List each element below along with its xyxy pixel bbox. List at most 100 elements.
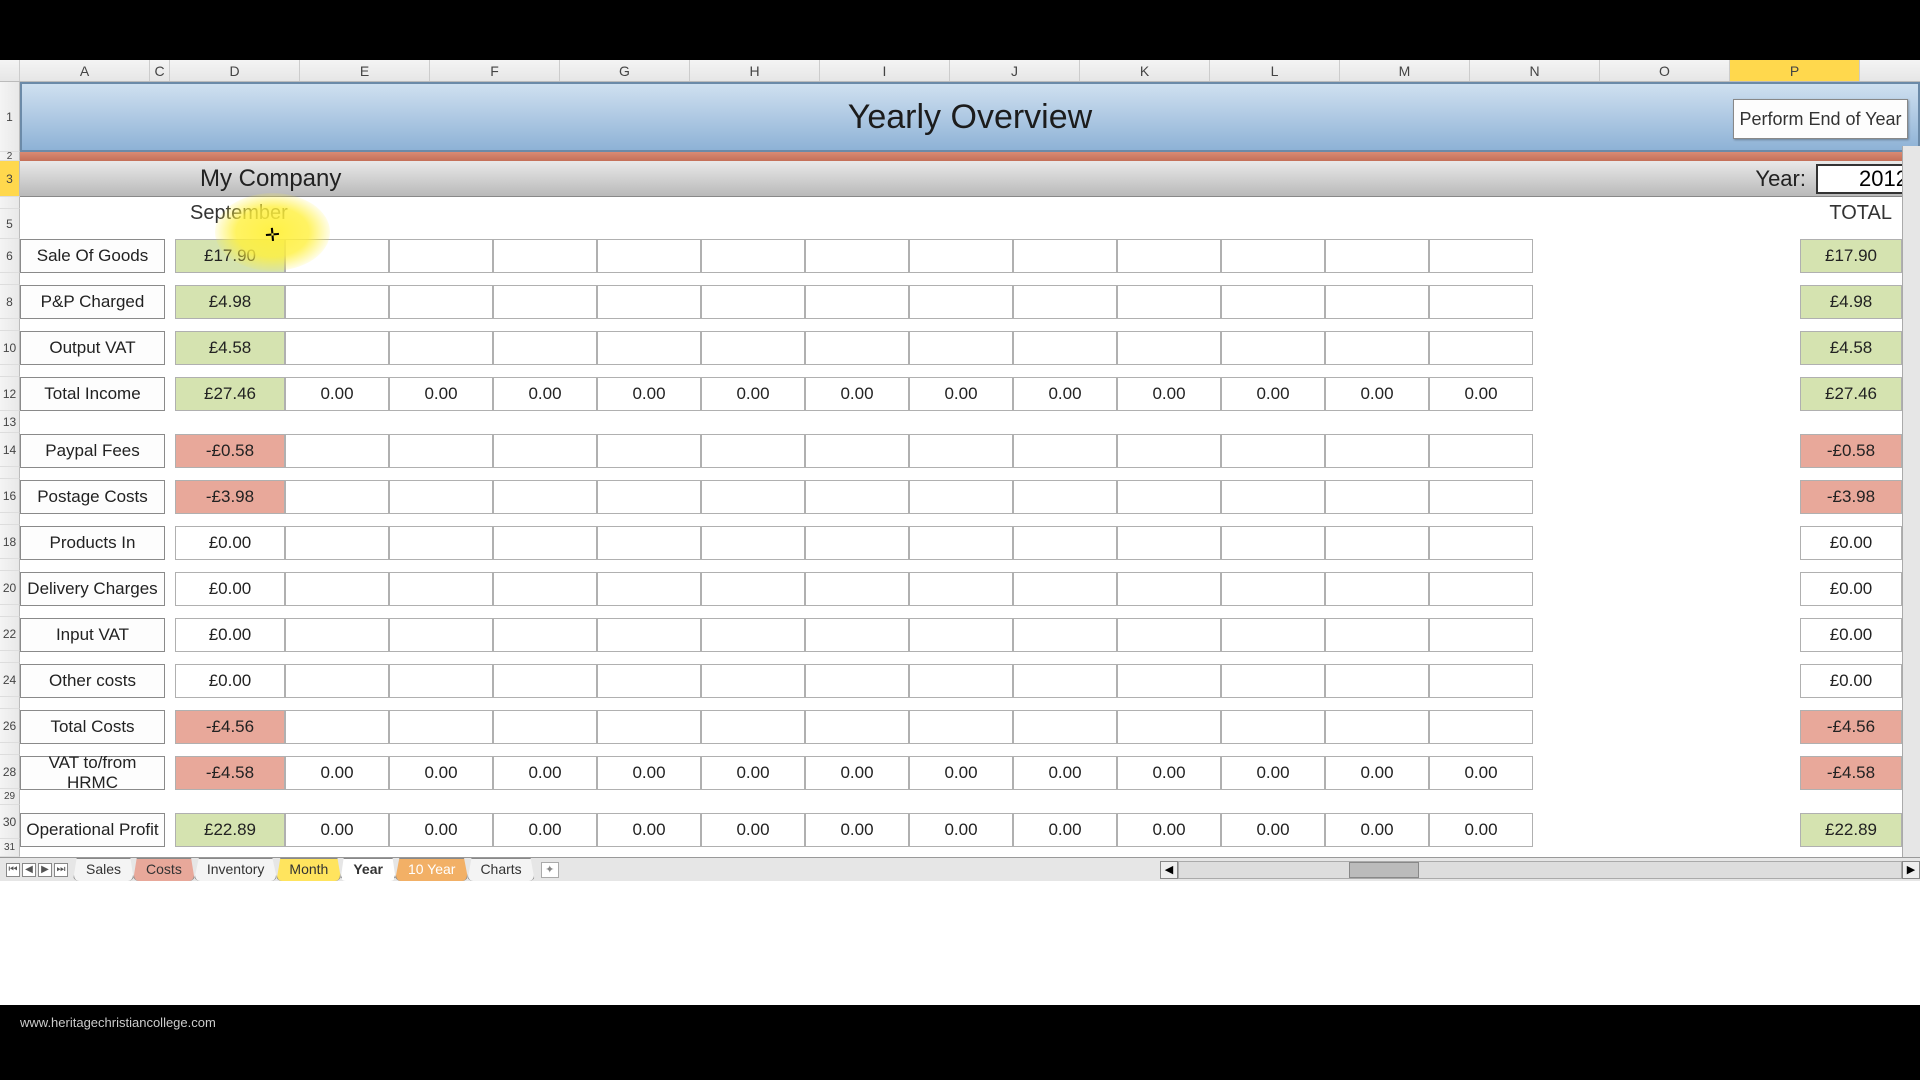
cell[interactable] xyxy=(1117,331,1221,365)
cell[interactable] xyxy=(1013,285,1117,319)
hscroll-thumb[interactable] xyxy=(1349,862,1419,878)
row-header[interactable]: 14 xyxy=(0,433,20,467)
cell[interactable] xyxy=(805,434,909,468)
cell[interactable] xyxy=(285,331,389,365)
cell[interactable] xyxy=(285,434,389,468)
cell[interactable] xyxy=(1117,434,1221,468)
cell[interactable]: £0.00 xyxy=(175,526,285,560)
cell[interactable]: £0.00 xyxy=(175,572,285,606)
cell[interactable] xyxy=(1221,618,1325,652)
vertical-scrollbar[interactable] xyxy=(1902,146,1920,857)
cell[interactable] xyxy=(597,526,701,560)
total-cell[interactable]: -£3.98 xyxy=(1800,480,1902,514)
cell[interactable] xyxy=(701,239,805,273)
cell[interactable] xyxy=(909,618,1013,652)
cell[interactable] xyxy=(493,239,597,273)
cell[interactable] xyxy=(389,331,493,365)
cell[interactable]: 0.00 xyxy=(1013,377,1117,411)
cell[interactable]: -£4.58 xyxy=(175,756,285,790)
cell[interactable] xyxy=(389,434,493,468)
column-header[interactable]: L xyxy=(1210,60,1340,81)
total-cell[interactable]: £0.00 xyxy=(1800,526,1902,560)
column-header[interactable]: P xyxy=(1730,60,1860,81)
cell[interactable] xyxy=(597,664,701,698)
column-header[interactable]: H xyxy=(690,60,820,81)
cell[interactable] xyxy=(701,480,805,514)
cell[interactable] xyxy=(805,480,909,514)
cell[interactable] xyxy=(1429,434,1533,468)
cell[interactable] xyxy=(389,480,493,514)
cell[interactable] xyxy=(805,285,909,319)
cell[interactable] xyxy=(389,618,493,652)
row-header[interactable]: 24 xyxy=(0,663,20,697)
cell[interactable] xyxy=(805,664,909,698)
cell[interactable] xyxy=(1325,572,1429,606)
cell[interactable] xyxy=(389,526,493,560)
cell[interactable] xyxy=(493,434,597,468)
sheet-tab[interactable]: Month xyxy=(276,858,341,881)
row-header[interactable]: 16 xyxy=(0,479,20,513)
cell[interactable] xyxy=(597,618,701,652)
cell[interactable] xyxy=(1325,480,1429,514)
cell[interactable]: £0.00 xyxy=(175,618,285,652)
cell[interactable] xyxy=(701,618,805,652)
cell[interactable] xyxy=(493,572,597,606)
cell[interactable] xyxy=(701,526,805,560)
add-sheet-button[interactable]: ✦ xyxy=(541,862,559,878)
cell[interactable] xyxy=(597,239,701,273)
cell[interactable] xyxy=(285,664,389,698)
row-header[interactable]: 20 xyxy=(0,571,20,605)
cell[interactable] xyxy=(1429,664,1533,698)
cell[interactable]: 0.00 xyxy=(805,756,909,790)
cell[interactable]: 0.00 xyxy=(1325,756,1429,790)
cell[interactable] xyxy=(1013,572,1117,606)
cell[interactable] xyxy=(1221,664,1325,698)
cell[interactable]: -£3.98 xyxy=(175,480,285,514)
cell[interactable] xyxy=(701,285,805,319)
cell[interactable]: 0.00 xyxy=(1429,377,1533,411)
cell[interactable] xyxy=(597,285,701,319)
cell[interactable] xyxy=(1325,285,1429,319)
row-header[interactable]: 8 xyxy=(0,285,20,319)
row-header[interactable]: 13 xyxy=(0,411,20,433)
sheet-tab[interactable]: Costs xyxy=(133,858,195,881)
cell[interactable]: 0.00 xyxy=(1013,813,1117,847)
cell[interactable] xyxy=(805,526,909,560)
hscroll-track[interactable] xyxy=(1178,861,1902,879)
column-header[interactable]: M xyxy=(1340,60,1470,81)
tab-nav-next-icon[interactable]: ▶ xyxy=(38,863,52,877)
year-value-cell[interactable]: 2012 xyxy=(1816,164,1916,194)
sheet-tab[interactable]: Year xyxy=(340,858,396,881)
cell[interactable] xyxy=(1221,331,1325,365)
cell[interactable] xyxy=(285,285,389,319)
cell[interactable]: 0.00 xyxy=(1221,377,1325,411)
row-header[interactable]: 10 xyxy=(0,331,20,365)
row-header[interactable]: 12 xyxy=(0,377,20,411)
cell[interactable] xyxy=(285,572,389,606)
cell[interactable]: -£4.56 xyxy=(175,710,285,744)
cell[interactable] xyxy=(1221,434,1325,468)
row-header[interactable] xyxy=(0,467,20,479)
cell[interactable]: 0.00 xyxy=(597,377,701,411)
total-cell[interactable]: £0.00 xyxy=(1800,618,1902,652)
row-header[interactable]: 28 xyxy=(0,755,20,789)
cell[interactable] xyxy=(805,331,909,365)
perform-end-of-year-button[interactable]: Perform End of Year xyxy=(1733,99,1908,139)
cell[interactable] xyxy=(1429,331,1533,365)
cell[interactable]: 0.00 xyxy=(1429,756,1533,790)
sheet-tab[interactable]: Charts xyxy=(467,858,534,881)
total-cell[interactable]: £0.00 xyxy=(1800,572,1902,606)
cell[interactable] xyxy=(1221,572,1325,606)
cell[interactable] xyxy=(701,331,805,365)
cell[interactable] xyxy=(1117,239,1221,273)
cell[interactable] xyxy=(493,480,597,514)
cell[interactable] xyxy=(909,526,1013,560)
cell[interactable]: 0.00 xyxy=(909,756,1013,790)
tab-nav-last-icon[interactable]: ⏭ xyxy=(54,863,68,877)
row-header[interactable] xyxy=(0,559,20,571)
total-cell[interactable]: £27.46 xyxy=(1800,377,1902,411)
column-header[interactable]: D xyxy=(170,60,300,81)
cell[interactable]: -£0.58 xyxy=(175,434,285,468)
cell[interactable]: 0.00 xyxy=(285,813,389,847)
cell[interactable] xyxy=(597,480,701,514)
